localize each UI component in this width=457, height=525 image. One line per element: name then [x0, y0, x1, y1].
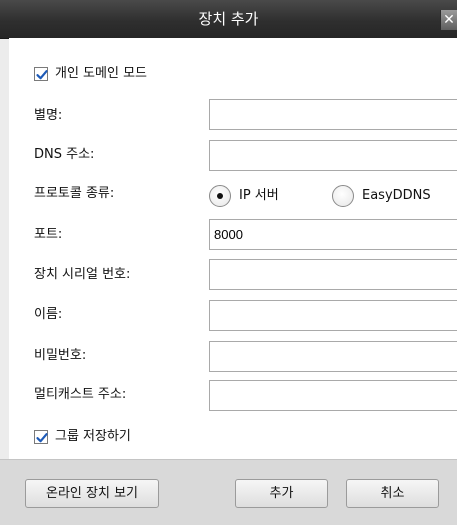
multicast-address-input[interactable] — [209, 380, 457, 411]
radio-easyddns[interactable]: EasyDDNS — [332, 181, 431, 211]
alias-input[interactable] — [209, 99, 457, 130]
serial-number-label: 장치 시리얼 번호: — [34, 267, 131, 282]
radio-easyddns-button[interactable] — [332, 185, 354, 207]
add-device-dialog: 장치 추가 ✕ 개인 도메인 모드 별명: DNS 주소: 프로토콜 종류: I… — [0, 0, 457, 525]
private-domain-mode-row[interactable]: 개인 도메인 모드 — [34, 66, 147, 82]
cancel-button[interactable]: 취소 — [346, 479, 439, 508]
close-icon: ✕ — [443, 12, 455, 28]
dialog-title: 장치 추가 — [198, 10, 259, 28]
dns-address-input[interactable] — [209, 140, 457, 171]
add-button[interactable]: 추가 — [235, 479, 328, 508]
alias-label: 별명: — [34, 108, 63, 123]
port-input[interactable]: 8000 — [209, 219, 457, 250]
protocol-type-label: 프로토콜 종류: — [34, 186, 115, 201]
radio-ip-server-label: IP 서버 — [239, 188, 279, 203]
dialog-body: 개인 도메인 모드 별명: DNS 주소: 프로토콜 종류: IP 서버 Eas… — [9, 38, 457, 459]
username-input[interactable] — [209, 300, 457, 331]
password-input[interactable] — [209, 341, 457, 372]
radio-ip-server[interactable]: IP 서버 — [209, 181, 279, 211]
dns-address-label: DNS 주소: — [34, 147, 95, 162]
title-bar[interactable]: 장치 추가 ✕ — [0, 0, 457, 39]
save-to-group-row[interactable]: 그룹 저장하기 — [34, 429, 131, 445]
private-domain-mode-checkbox[interactable] — [34, 67, 48, 81]
password-label: 비밀번호: — [34, 348, 87, 363]
save-to-group-checkbox[interactable] — [34, 430, 48, 444]
dialog-footer: 온라인 장치 보기 추가 취소 — [0, 459, 457, 525]
save-to-group-label: 그룹 저장하기 — [55, 429, 131, 444]
checkmark-icon — [36, 433, 48, 443]
radio-ip-server-button[interactable] — [209, 185, 231, 207]
close-button[interactable]: ✕ — [440, 10, 457, 30]
checkmark-icon — [36, 70, 48, 80]
online-devices-button[interactable]: 온라인 장치 보기 — [25, 479, 159, 508]
serial-number-input[interactable] — [209, 259, 457, 290]
multicast-address-label: 멀티캐스트 주소: — [34, 387, 127, 402]
username-label: 이름: — [34, 307, 63, 322]
private-domain-mode-label: 개인 도메인 모드 — [55, 66, 147, 81]
radio-easyddns-label: EasyDDNS — [362, 188, 431, 203]
port-label: 포트: — [34, 227, 63, 242]
radio-selected-dot — [217, 193, 223, 199]
